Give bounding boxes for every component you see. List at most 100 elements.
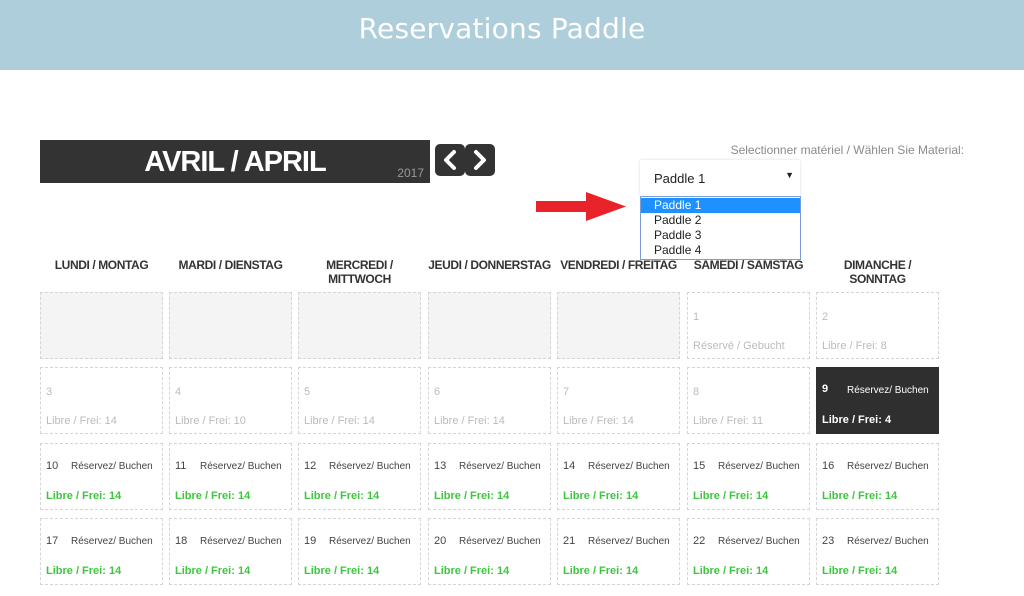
calendar-day-cell: 7 Libre / Frei: 14 <box>557 367 680 434</box>
book-link[interactable]: Réservez/ Buchen <box>847 385 929 396</box>
calendar-day-cell: 8 Libre / Frei: 11 <box>687 367 810 434</box>
calendar-day-cell: 1 Réservé / Gebucht <box>687 292 810 359</box>
book-link[interactable]: Réservez/ Buchen <box>588 461 670 472</box>
day-number: 19 <box>304 535 317 547</box>
red-arrow-icon <box>536 192 626 221</box>
day-number: 11 <box>175 460 187 472</box>
calendar-day-cell[interactable]: 15 Réservez/ Buchen Libre / Frei: 14 <box>687 443 810 510</box>
availability-text: Libre / Frei: 8 <box>822 340 887 352</box>
day-number: 6 <box>434 386 441 398</box>
calendar-day-cell[interactable]: 11 Réservez/ Buchen Libre / Frei: 14 <box>169 443 292 510</box>
calendar-day-cell: 2 Libre / Frei: 8 <box>816 292 939 359</box>
page-title: Reservations Paddle <box>358 12 646 45</box>
header-bar: Reservations Paddle <box>0 0 1024 70</box>
day-number: 9 <box>822 383 829 395</box>
availability-text: Libre / Frei: 14 <box>46 415 117 427</box>
availability-text: Libre / Frei: 14 <box>563 490 639 502</box>
material-option-paddle-4[interactable]: Paddle 4 <box>641 243 800 258</box>
day-number: 10 <box>46 460 59 472</box>
chevron-left-icon <box>444 150 456 170</box>
book-link[interactable]: Réservez/ Buchen <box>718 536 800 547</box>
calendar-day-cell[interactable]: 22 Réservez/ Buchen Libre / Frei: 14 <box>687 518 810 585</box>
day-header: LUNDI / MONTAG <box>54 258 149 272</box>
calendar-day-cell[interactable]: 9 Réservez/ Buchen Libre / Frei: 4 <box>816 367 939 434</box>
calendar-empty-cell <box>428 292 551 359</box>
book-link[interactable]: Réservez/ Buchen <box>718 461 800 472</box>
book-link[interactable]: Réservez/ Buchen <box>71 461 153 472</box>
day-number: 15 <box>693 460 706 472</box>
calendar-day-cell[interactable]: 10 Réservez/ Buchen Libre / Frei: 14 <box>40 443 163 510</box>
month-title: AVRIL / APRIL <box>144 146 326 178</box>
calendar-empty-cell <box>40 292 163 359</box>
book-link[interactable]: Réservez/ Buchen <box>329 536 411 547</box>
availability-text: Libre / Frei: 14 <box>563 415 634 427</box>
previous-month-button[interactable] <box>435 144 465 176</box>
day-number: 22 <box>693 535 706 547</box>
material-dropdown-list: Paddle 1 Paddle 2 Paddle 3 Paddle 4 <box>640 196 801 260</box>
book-link[interactable]: Réservez/ Buchen <box>71 536 153 547</box>
day-number: 21 <box>563 535 576 547</box>
calendar-day-cell[interactable]: 13 Réservez/ Buchen Libre / Frei: 14 <box>428 443 551 510</box>
availability-text: Libre / Frei: 14 <box>304 415 375 427</box>
calendar-day-cell[interactable]: 19 Réservez/ Buchen Libre / Frei: 14 <box>298 518 421 585</box>
day-number: 1 <box>693 311 700 323</box>
availability-text: Libre / Frei: 14 <box>434 565 510 577</box>
day-number: 13 <box>434 460 447 472</box>
availability-text: Libre / Frei: 14 <box>434 490 510 502</box>
caret-down-icon: ▼ <box>785 170 794 180</box>
book-link[interactable]: Réservez/ Buchen <box>200 536 282 547</box>
day-header: JEUDI / DONNERSTAG <box>428 258 551 272</box>
book-link[interactable]: Réservez/ Buchen <box>847 461 929 472</box>
book-link[interactable]: Réservez/ Buchen <box>459 536 541 547</box>
calendar-day-cell[interactable]: 20 Réservez/ Buchen Libre / Frei: 14 <box>428 518 551 585</box>
calendar-empty-cell <box>557 292 680 359</box>
next-month-button[interactable] <box>465 144 495 176</box>
availability-text: Libre / Frei: 14 <box>434 415 505 427</box>
material-option-paddle-2[interactable]: Paddle 2 <box>641 213 800 228</box>
calendar-day-cell[interactable]: 21 Réservez/ Buchen Libre / Frei: 14 <box>557 518 680 585</box>
calendar-day-cell[interactable]: 17 Réservez/ Buchen Libre / Frei: 14 <box>40 518 163 585</box>
calendar-day-cell[interactable]: 16 Réservez/ Buchen Libre / Frei: 14 <box>816 443 939 510</box>
availability-text: Libre / Frei: 14 <box>175 490 251 502</box>
calendar-day-cell: 6 Libre / Frei: 14 <box>428 367 551 434</box>
calendar-empty-cell <box>169 292 292 359</box>
day-header: MERCREDI / MITTWOCH <box>326 258 393 286</box>
calendar-day-cell[interactable]: 18 Réservez/ Buchen Libre / Frei: 14 <box>169 518 292 585</box>
availability-text: Libre / Frei: 14 <box>563 565 639 577</box>
availability-text: Réservé / Gebucht <box>693 340 785 352</box>
availability-text: Libre / Frei: 14 <box>693 490 769 502</box>
availability-text: Libre / Frei: 14 <box>175 565 251 577</box>
day-number: 3 <box>46 386 53 398</box>
day-header: MARDI / DIENSTAG <box>178 258 283 272</box>
calendar-day-cell: 4 Libre / Frei: 10 <box>169 367 292 434</box>
day-number: 23 <box>822 535 835 547</box>
book-link[interactable]: Réservez/ Buchen <box>588 536 670 547</box>
day-header: VENDREDI / FREITAG <box>560 258 677 272</box>
book-link[interactable]: Réservez/ Buchen <box>847 536 929 547</box>
availability-text: Libre / Frei: 10 <box>175 415 246 427</box>
calendar-day-cell[interactable]: 14 Réservez/ Buchen Libre / Frei: 14 <box>557 443 680 510</box>
day-header: DIMANCHE / SONNTAG <box>843 258 912 286</box>
material-select[interactable]: Paddle 1 ▼ <box>640 160 800 196</box>
availability-text: Libre / Frei: 14 <box>822 565 898 577</box>
calendar-day-cell: 5 Libre / Frei: 14 <box>298 367 421 434</box>
calendar-day-cell[interactable]: 23 Réservez/ Buchen Libre / Frei: 14 <box>816 518 939 585</box>
day-number: 20 <box>434 535 447 547</box>
calendar-day-cell[interactable]: 12 Réservez/ Buchen Libre / Frei: 14 <box>298 443 421 510</box>
material-option-paddle-1[interactable]: Paddle 1 <box>641 198 800 213</box>
day-number: 12 <box>304 460 317 472</box>
availability-text: Libre / Frei: 4 <box>822 414 892 426</box>
day-header: SAMEDI / SAMSTAG <box>693 258 804 272</box>
availability-text: Libre / Frei: 14 <box>693 565 769 577</box>
calendar-day-cell: 3 Libre / Frei: 14 <box>40 367 163 434</box>
material-option-paddle-3[interactable]: Paddle 3 <box>641 228 800 243</box>
material-select-label: Selectionner matériel / Wählen Sie Mater… <box>730 143 964 157</box>
book-link[interactable]: Réservez/ Buchen <box>200 461 282 472</box>
availability-text: Libre / Frei: 14 <box>46 565 122 577</box>
availability-text: Libre / Frei: 14 <box>304 490 380 502</box>
book-link[interactable]: Réservez/ Buchen <box>459 461 541 472</box>
month-year: 2017 <box>397 166 424 180</box>
book-link[interactable]: Réservez/ Buchen <box>329 461 411 472</box>
availability-text: Libre / Frei: 14 <box>46 490 122 502</box>
day-number: 8 <box>693 386 700 398</box>
